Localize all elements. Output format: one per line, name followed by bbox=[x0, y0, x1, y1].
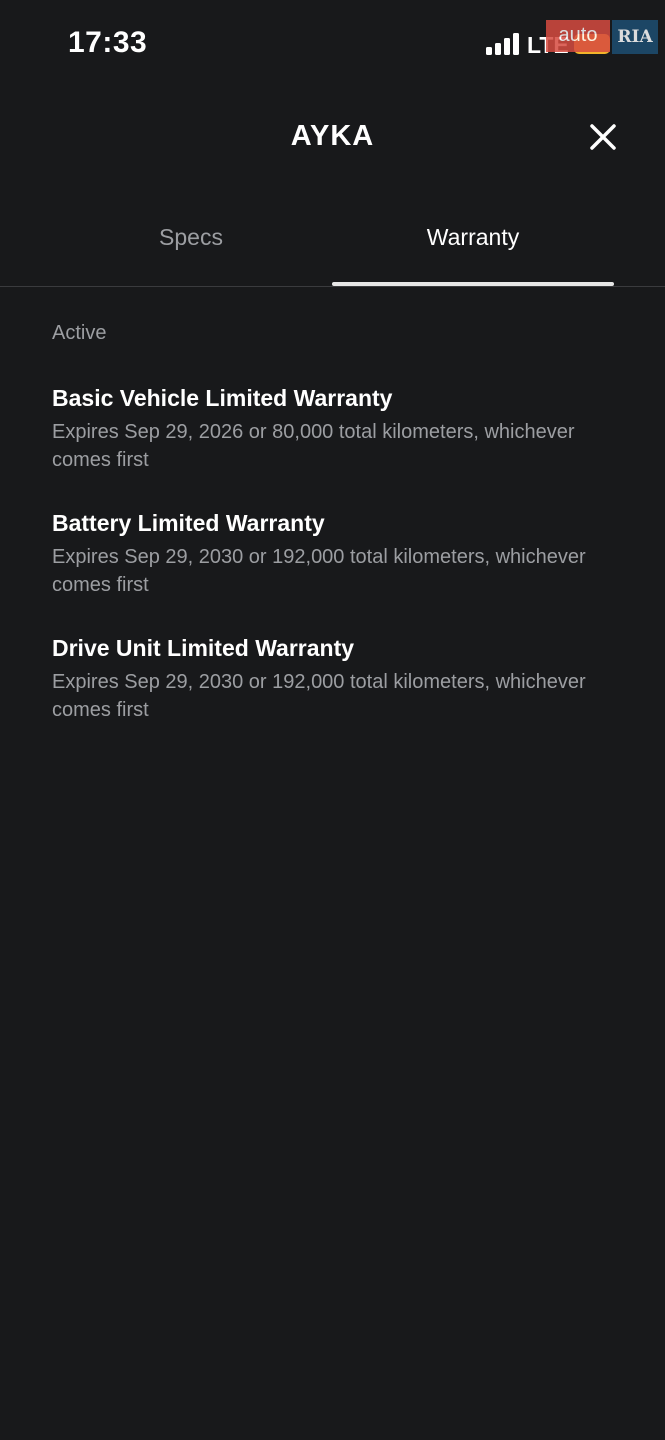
tab-specs[interactable]: Specs bbox=[0, 224, 382, 251]
header: AYKA bbox=[0, 100, 665, 176]
watermark-auto: auto bbox=[546, 20, 610, 52]
close-icon bbox=[590, 124, 616, 150]
watermark-logo: auto RIA bbox=[546, 20, 658, 56]
warranty-description: Expires Sep 29, 2030 or 192,000 total ki… bbox=[52, 546, 586, 596]
section-label-active: Active bbox=[52, 322, 107, 344]
tab-warranty[interactable]: Warranty bbox=[332, 224, 614, 251]
warranty-list: Active Basic Vehicle Limited Warranty Ex… bbox=[52, 322, 612, 760]
signal-bars-icon bbox=[486, 32, 522, 56]
warranty-name: Basic Vehicle Limited Warranty bbox=[52, 385, 393, 411]
watermark-ria: RIA bbox=[612, 20, 658, 54]
warranty-name: Battery Limited Warranty bbox=[52, 510, 325, 536]
close-button[interactable] bbox=[580, 114, 626, 160]
warranty-item-battery: Battery Limited Warranty Expires Sep 29,… bbox=[52, 510, 612, 599]
status-bar: 17:33 LTE auto RIA bbox=[0, 0, 665, 90]
warranty-description: Expires Sep 29, 2026 or 80,000 total kil… bbox=[52, 421, 575, 471]
warranty-item-basic-vehicle: Basic Vehicle Limited Warranty Expires S… bbox=[52, 385, 612, 474]
warranty-item-drive-unit: Drive Unit Limited Warranty Expires Sep … bbox=[52, 635, 612, 724]
page-title: AYKA bbox=[290, 120, 375, 152]
warranty-name: Drive Unit Limited Warranty bbox=[52, 635, 355, 661]
status-time: 17:33 bbox=[68, 26, 148, 59]
warranty-description: Expires Sep 29, 2030 or 192,000 total ki… bbox=[52, 671, 586, 721]
active-tab-indicator bbox=[332, 282, 614, 286]
tab-bar: Specs Warranty bbox=[0, 206, 665, 287]
